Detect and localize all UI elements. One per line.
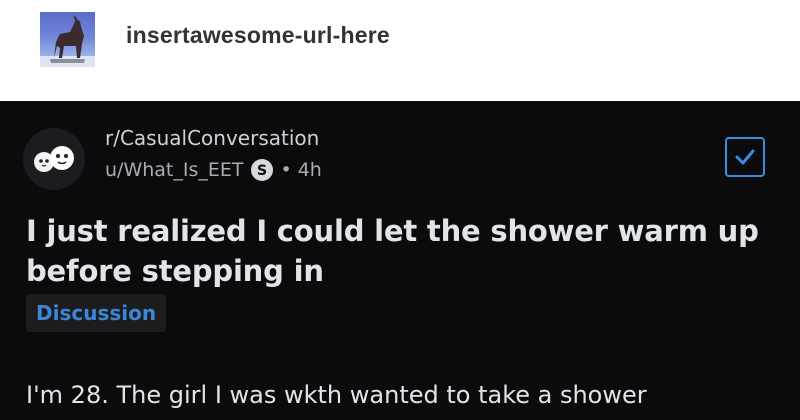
flair-badge[interactable]: Discussion (26, 294, 167, 332)
blog-avatar[interactable] (40, 12, 95, 67)
post-meta: u/What_Is_EET S • 4h (105, 159, 322, 181)
svg-text:S: S (257, 163, 267, 179)
post-body: I'm 28. The girl I was wkth wanted to ta… (26, 381, 647, 409)
tumblr-header: insertawesome-url-here (0, 0, 800, 101)
username[interactable]: u/What_Is_EET (105, 159, 243, 181)
blog-name[interactable]: insertawesome-url-here (126, 22, 390, 49)
subreddit-name[interactable]: r/CasualConversation (105, 126, 319, 150)
checkmark-icon (735, 149, 755, 165)
dog-avatar-icon (40, 15, 95, 67)
user-badge-icon: S (251, 159, 274, 181)
checkbox-toggle[interactable] (725, 137, 765, 177)
reddit-post-card: r/CasualConversation u/What_Is_EET S • 4… (0, 101, 800, 420)
chat-bubbles-icon (23, 128, 85, 190)
post-title[interactable]: I just realized I could let the shower w… (26, 211, 786, 291)
post-time: 4h (297, 159, 322, 181)
meta-separator: • (280, 159, 292, 181)
subreddit-avatar[interactable] (22, 127, 86, 191)
